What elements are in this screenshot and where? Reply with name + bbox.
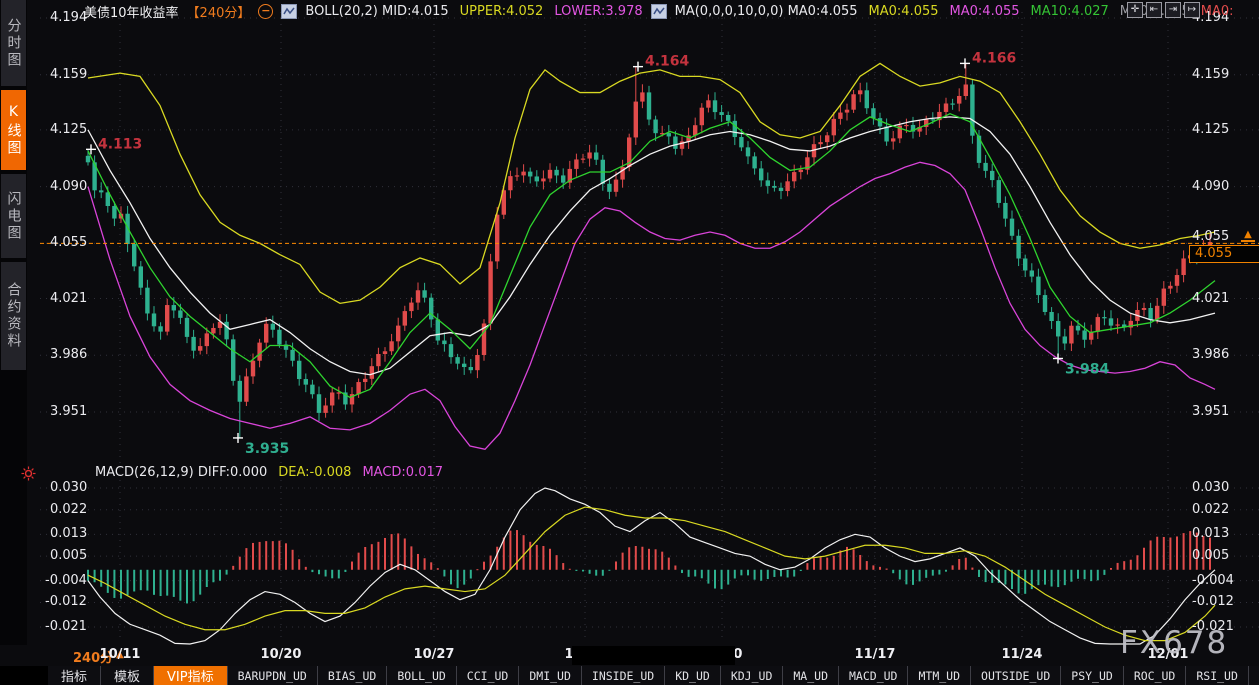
move-icon[interactable]: ✛ bbox=[1127, 2, 1143, 18]
svg-text:3.984: 3.984 bbox=[1065, 361, 1110, 377]
tab-vip指标[interactable]: VIP指标 bbox=[154, 666, 228, 685]
macd-tick-left: 0.022 bbox=[50, 502, 87, 517]
macd-tick-left: 0.005 bbox=[50, 548, 87, 563]
time-tick: 11/24 bbox=[1002, 647, 1043, 662]
sidebar-item-4[interactable]: 合约资料 bbox=[1, 262, 26, 370]
price-tick-right: 4.125 bbox=[1192, 122, 1229, 137]
sidebar: 分时图 K线图闪电图合约资料 bbox=[0, 0, 27, 685]
axis-overlay-box bbox=[572, 646, 735, 665]
svg-text:4.166: 4.166 bbox=[972, 50, 1016, 66]
tab-kdj_ud[interactable]: KDJ_UD bbox=[721, 666, 784, 685]
tab-bias_ud[interactable]: BIAS_UD bbox=[318, 666, 387, 685]
tab-barupdn_ud[interactable]: BARUPDN_UD bbox=[228, 666, 318, 685]
macd-tick-right: 0.013 bbox=[1192, 526, 1229, 541]
app-window: 4.1134.1644.1663.9353.984 分时图K线图闪电图合约资料 … bbox=[0, 0, 1259, 685]
price-tick-right: 4.159 bbox=[1192, 67, 1229, 82]
tab-rsi_ud[interactable]: RSI_UD bbox=[1186, 666, 1249, 685]
price-tick-left: 4.055 bbox=[50, 235, 87, 250]
sidebar-item-1[interactable]: 分时图 bbox=[1, 0, 26, 86]
macd-tick-right: 0.030 bbox=[1192, 480, 1229, 495]
time-tick: 10/11 bbox=[100, 647, 141, 662]
price-tick-right: 4.090 bbox=[1192, 179, 1229, 194]
time-tick: 10/27 bbox=[414, 647, 455, 662]
pan-right-icon[interactable]: ↦ bbox=[1184, 2, 1200, 18]
boll-readout: BOLL(20,2) MID:4.015 UPPER:4.052 LOWER:3.9… bbox=[305, 4, 642, 19]
ma-green: MA10:4.027 bbox=[1031, 4, 1109, 19]
tab-dmi_ud[interactable]: DMI_UD bbox=[519, 666, 582, 685]
tab-boll_ud[interactable]: BOLL_UD bbox=[387, 666, 456, 685]
tab-sma_ud[interactable]: SMA_UD bbox=[1249, 666, 1259, 685]
tab-指标[interactable]: 指标 bbox=[48, 666, 101, 685]
macd-tick-right: -0.004 bbox=[1192, 573, 1234, 588]
tabbar-corner bbox=[0, 666, 48, 685]
chart-header: 美债10年收益率 【240分】 − BOLL(20,2) MID:4.015 UP… bbox=[84, 3, 1234, 20]
boll-chart-icon[interactable] bbox=[281, 4, 297, 19]
price-tick-right: 4.055 bbox=[1192, 229, 1229, 244]
price-tick-right: 3.986 bbox=[1192, 347, 1229, 362]
sidebar-item-3[interactable]: 闪电图 bbox=[1, 174, 26, 258]
time-tick: 11/17 bbox=[855, 647, 896, 662]
boll-lower: LOWER:3.978 bbox=[554, 4, 642, 19]
svg-text:4.164: 4.164 bbox=[645, 54, 690, 70]
boll-upper: UPPER:4.052 bbox=[460, 4, 544, 19]
ma-params: MA(0,0,0,10,0,0) MA0:4.055 bbox=[675, 4, 858, 19]
price-up-arrow-icon: ▲ bbox=[1241, 229, 1255, 242]
axis-shift-left-icon[interactable]: ⇤ bbox=[1146, 2, 1162, 18]
tab-psy_ud[interactable]: PSY_UD bbox=[1061, 666, 1124, 685]
boll-params: BOLL(20,2) MID:4.015 bbox=[305, 4, 448, 19]
sidebar-item-2[interactable]: K线图 bbox=[1, 90, 26, 170]
tab-mtm_ud[interactable]: MTM_UD bbox=[908, 666, 971, 685]
macd-tick-right: -0.012 bbox=[1192, 594, 1234, 609]
time-tick: 10/20 bbox=[261, 647, 302, 662]
macd-tick-right: 0.022 bbox=[1192, 502, 1229, 517]
price-tick-left: 4.125 bbox=[50, 122, 87, 137]
tab-outside_ud[interactable]: OUTSIDE_UD bbox=[971, 666, 1061, 685]
price-tick-left: 4.194 bbox=[50, 10, 87, 25]
axis-shift-right-icon[interactable]: ⇥ bbox=[1165, 2, 1181, 18]
tab-cci_ud[interactable]: CCI_UD bbox=[457, 666, 520, 685]
macd-tick-left: -0.021 bbox=[45, 619, 87, 634]
macd-macd: MACD:0.017 bbox=[362, 465, 443, 480]
kline-macd-chart[interactable]: 4.113 4.164 4.166 3.935 3.984 bbox=[0, 0, 1259, 645]
ma-red: MA0: bbox=[1201, 4, 1234, 19]
tab-inside_ud[interactable]: INSIDE_UD bbox=[582, 666, 665, 685]
svg-text:4.113: 4.113 bbox=[98, 136, 142, 152]
macd-tick-right: 0.005 bbox=[1192, 548, 1229, 563]
collapse-icon[interactable]: − bbox=[258, 4, 273, 19]
price-tick-left: 3.986 bbox=[50, 347, 87, 362]
price-tick-right: 3.951 bbox=[1192, 404, 1229, 419]
price-tick-left: 3.951 bbox=[50, 404, 87, 419]
macd-tick-left: -0.004 bbox=[45, 573, 87, 588]
tab-roc_ud[interactable]: ROC_UD bbox=[1124, 666, 1187, 685]
macd-tick-left: 0.013 bbox=[50, 526, 87, 541]
indicator-settings-icon[interactable] bbox=[21, 466, 36, 485]
macd-tick-left: -0.012 bbox=[45, 594, 87, 609]
svg-text:3.935: 3.935 bbox=[245, 441, 289, 457]
ma-magenta: MA0:4.055 bbox=[950, 4, 1020, 19]
period-label[interactable]: 【240分】 bbox=[187, 2, 251, 21]
macd-dea: DEA:-0.008 bbox=[278, 465, 351, 480]
ma-yellow: MA0:4.055 bbox=[869, 4, 939, 19]
tab-kd_ud[interactable]: KD_UD bbox=[665, 666, 721, 685]
macd-params: MACD(26,12,9) DIFF:0.000 bbox=[95, 465, 267, 480]
macd-readout: MACD(26,12,9) DIFF:0.000 DEA:-0.008 MACD:0… bbox=[95, 465, 443, 480]
tab-ma_ud[interactable]: MA_UD bbox=[783, 666, 839, 685]
time-axis: 240分 ▲ 10/1110/2010/2711/0311/1011/1711/… bbox=[0, 645, 1259, 666]
price-tick-right: 4.021 bbox=[1192, 291, 1229, 306]
current-price-badge: 4.055 bbox=[1189, 245, 1259, 263]
watermark: FX678 bbox=[1120, 625, 1228, 661]
price-tick-left: 4.159 bbox=[50, 67, 87, 82]
ma-chart-icon[interactable] bbox=[651, 4, 667, 19]
tab-macd_ud[interactable]: MACD_UD bbox=[839, 666, 908, 685]
symbol-title: 美债10年收益率 bbox=[84, 2, 179, 21]
indicator-tabbar: 指标模板VIP指标BARUPDN_UDBIAS_UDBOLL_UDCCI_UDD… bbox=[48, 666, 1259, 685]
price-tick-left: 4.090 bbox=[50, 179, 87, 194]
macd-tick-left: 0.030 bbox=[50, 480, 87, 495]
price-tick-left: 4.021 bbox=[50, 291, 87, 306]
chart-toolbar: ✛⇤⇥↦ bbox=[1127, 2, 1200, 18]
tab-模板[interactable]: 模板 bbox=[101, 666, 154, 685]
